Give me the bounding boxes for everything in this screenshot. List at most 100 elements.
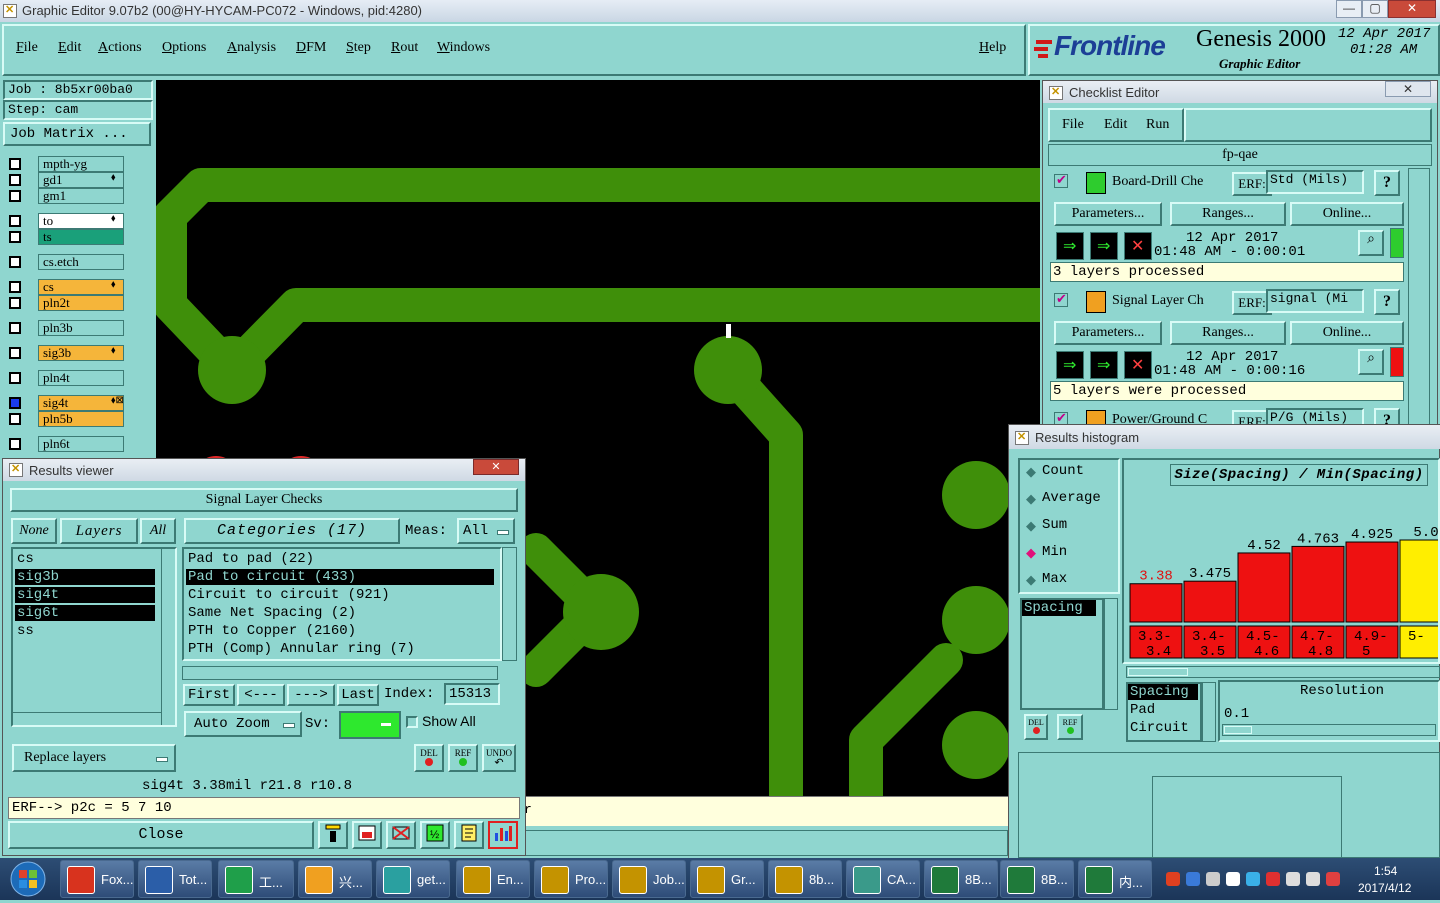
- layer-row[interactable]: pln5b: [3, 411, 125, 427]
- layer-name[interactable]: gm1: [38, 188, 124, 204]
- taskbar-item[interactable]: Tot...: [138, 860, 212, 898]
- layer-checkbox[interactable]: [9, 256, 21, 268]
- results-layer-item[interactable]: ss: [15, 623, 155, 639]
- taskbar-item[interactable]: 工...: [218, 860, 294, 898]
- histogram-list-bottom[interactable]: Spacing Pad Circuit: [1126, 682, 1202, 742]
- taskbar-item[interactable]: CA...: [846, 860, 920, 898]
- meas-select[interactable]: All: [457, 518, 515, 544]
- taskbar-item[interactable]: get...: [376, 860, 450, 898]
- results-layer-item[interactable]: sig4t: [15, 587, 155, 603]
- clock-time[interactable]: 1:54: [1374, 864, 1397, 878]
- layer-row[interactable]: cs.etch: [3, 254, 125, 270]
- layer-name[interactable]: cs.etch: [38, 254, 124, 270]
- categories-hscroll[interactable]: [182, 666, 498, 680]
- categories-list[interactable]: Pad to pad (22) Pad to circuit (433) Circu…: [182, 547, 502, 661]
- histogram-option[interactable]: ◆ Max: [1024, 570, 1120, 590]
- toolbar-layer-icon-button[interactable]: [318, 821, 348, 849]
- results-layer-item[interactable]: cs: [15, 551, 155, 567]
- histogram-bar[interactable]: [1183, 580, 1237, 623]
- histogram-option[interactable]: ◆ Average: [1024, 489, 1120, 509]
- histogram-bar[interactable]: [1399, 539, 1438, 623]
- network-tray-icon[interactable]: [1246, 872, 1260, 886]
- job-matrix-button[interactable]: Job Matrix ...: [3, 122, 151, 146]
- ranges-button[interactable]: Ranges...: [1170, 202, 1286, 226]
- layer-row[interactable]: pln6t: [3, 436, 125, 452]
- minimize-button[interactable]: —: [1336, 0, 1362, 18]
- toolbar-export-button[interactable]: [352, 821, 382, 849]
- checklist-menu-run[interactable]: Run: [1146, 117, 1169, 133]
- histogram-list-top-item[interactable]: Spacing: [1022, 600, 1096, 616]
- category-item[interactable]: Pad to pad (22): [186, 551, 494, 567]
- results-layer-item[interactable]: sig6t: [15, 605, 155, 621]
- layer-row[interactable]: pln2t: [3, 295, 125, 311]
- action-run-forward-button[interactable]: ⇒: [1090, 351, 1118, 379]
- checklist-menu-file[interactable]: File: [1062, 117, 1084, 133]
- action-zoom-button[interactable]: ⌕: [1358, 230, 1384, 256]
- undo-button[interactable]: UNDO ↶: [482, 744, 516, 772]
- histogram-option[interactable]: ◆ Min: [1024, 543, 1120, 563]
- ranges-button[interactable]: Ranges...: [1170, 321, 1286, 345]
- volume-tray-icon[interactable]: [1286, 872, 1300, 886]
- first-button[interactable]: First: [183, 684, 235, 706]
- clock-date[interactable]: 2017/4/12: [1358, 881, 1411, 895]
- menu-analysis[interactable]: Analysis: [227, 40, 276, 56]
- layer-row[interactable]: ts: [3, 229, 125, 245]
- layer-checkbox[interactable]: [9, 397, 21, 409]
- histogram-bar[interactable]: [1345, 541, 1399, 623]
- flag-tray-icon[interactable]: [1266, 872, 1280, 886]
- layer-name[interactable]: mpth-yg: [38, 156, 124, 172]
- none-button[interactable]: None: [11, 518, 57, 544]
- taskbar-item[interactable]: Gr...: [690, 860, 764, 898]
- menu-step[interactable]: Step: [346, 40, 371, 56]
- tray-settings-icon[interactable]: [1206, 872, 1220, 886]
- show-all-checkbox[interactable]: [406, 716, 418, 728]
- auto-zoom-select[interactable]: Auto Zoom: [184, 711, 302, 737]
- layer-row[interactable]: pln3b: [3, 320, 125, 336]
- action-help-button[interactable]: ?: [1374, 289, 1400, 315]
- results-layer-list[interactable]: cs sig3b sig4t sig6t ss: [11, 547, 177, 727]
- layer-row[interactable]: sig3b ⬧: [3, 345, 125, 361]
- action-help-button[interactable]: ?: [1374, 170, 1400, 196]
- layer-checkbox[interactable]: [9, 174, 21, 186]
- layer-name[interactable]: pln5b: [38, 411, 124, 427]
- histogram-ref-button[interactable]: REF: [1057, 714, 1083, 740]
- menu-file[interactable]: File: [16, 40, 38, 56]
- menu-edit[interactable]: Edit: [58, 40, 81, 56]
- results-viewer-close-icon[interactable]: ✕: [473, 459, 519, 475]
- category-item[interactable]: Same Net Spacing (2): [186, 605, 494, 621]
- histogram-option[interactable]: ◆ Count: [1024, 462, 1120, 482]
- results-layer-list-scrollbar[interactable]: [161, 549, 175, 725]
- close-window-button[interactable]: ✕: [1388, 0, 1436, 18]
- layer-checkbox[interactable]: [9, 347, 21, 359]
- checklist-scrollbar[interactable]: [1408, 168, 1430, 430]
- action-stop-action-button[interactable]: ✕: [1124, 351, 1152, 379]
- layers-button[interactable]: Layers: [60, 518, 138, 544]
- layer-row[interactable]: cs ⬧: [3, 279, 125, 295]
- results-layer-item[interactable]: sig3b: [15, 569, 155, 585]
- histogram-bar[interactable]: [1129, 583, 1183, 623]
- action-run-forward-button[interactable]: ⇒: [1090, 232, 1118, 260]
- taskbar-item[interactable]: Fox...: [60, 860, 134, 898]
- maximize-button[interactable]: ▢: [1362, 0, 1388, 18]
- layer-checkbox[interactable]: [9, 281, 21, 293]
- category-item[interactable]: PTH (Comp) Annular ring (7): [186, 641, 494, 657]
- layer-checkbox[interactable]: [9, 215, 21, 227]
- action-center-icon[interactable]: [1326, 872, 1340, 886]
- categories-list-scrollbar[interactable]: [502, 547, 517, 661]
- help-tray-icon[interactable]: [1186, 872, 1200, 886]
- action-erf-value[interactable]: Std (Mils): [1266, 170, 1364, 194]
- category-item[interactable]: Circuit to circuit (921): [186, 587, 494, 603]
- ref-button[interactable]: REF: [448, 744, 478, 772]
- index-input[interactable]: 15313: [444, 683, 500, 705]
- histogram-category-item[interactable]: Pad: [1128, 702, 1198, 718]
- layer-name[interactable]: pln3b: [38, 320, 124, 336]
- histogram-chart-hscroll-thumb[interactable]: [1128, 668, 1188, 676]
- next-button[interactable]: --->: [287, 684, 335, 706]
- resolution-slider[interactable]: [1222, 724, 1436, 736]
- toolbar-report-button[interactable]: [454, 821, 484, 849]
- layer-row[interactable]: mpth-yg: [3, 156, 125, 172]
- layer-checkbox[interactable]: [9, 158, 21, 170]
- layer-row[interactable]: gm1: [3, 188, 125, 204]
- replace-layers-select[interactable]: Replace layers: [12, 744, 176, 772]
- layer-checkbox[interactable]: [9, 297, 21, 309]
